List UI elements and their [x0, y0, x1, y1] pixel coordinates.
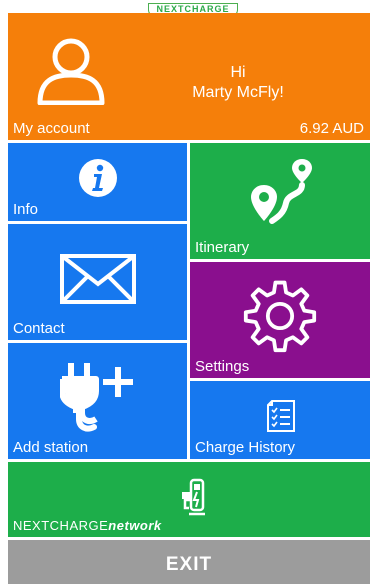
network-name-prefix: NEXTCHARGE: [13, 518, 109, 533]
charge-history-label: Charge History: [195, 439, 296, 456]
add-station-label: Add station: [13, 439, 89, 456]
my-account-label: My account: [13, 120, 90, 137]
settings-label: Settings: [195, 358, 250, 375]
contact-tile[interactable]: Contact: [8, 224, 187, 340]
info-label: Info: [13, 201, 39, 218]
user-icon: [37, 38, 105, 105]
charge-history-tile[interactable]: Charge History: [190, 381, 370, 459]
exit-label: EXIT: [165, 554, 213, 575]
info-tile[interactable]: Info: [8, 143, 187, 221]
nextcharge-network-tile[interactable]: NEXTCHARGEnetwork: [8, 462, 370, 537]
info-icon: [79, 159, 117, 197]
mail-icon: [60, 254, 136, 304]
plug-add-icon: [60, 363, 133, 432]
greeting-hi: Hi: [230, 64, 246, 81]
network-name: NEXTCHARGEnetwork: [13, 518, 162, 533]
charging-station-icon: [182, 478, 205, 516]
add-station-tile[interactable]: Add station: [8, 343, 187, 459]
route-pin-icon: [251, 159, 312, 224]
settings-tile[interactable]: Settings: [190, 262, 370, 378]
gear-icon: [243, 280, 317, 353]
network-name-suffix: network: [108, 518, 162, 533]
checklist-icon: [267, 400, 295, 432]
exit-button[interactable]: EXIT: [8, 540, 370, 584]
account-balance: 6.92 AUD: [299, 120, 364, 137]
my-account-tile[interactable]: Hi Marty McFly! My account 6.92 AUD: [8, 13, 370, 140]
itinerary-label: Itinerary: [195, 239, 250, 256]
greeting-text: Hi Marty McFly!: [158, 63, 318, 103]
user-name: Marty McFly!: [192, 84, 284, 101]
itinerary-tile[interactable]: Itinerary: [190, 143, 370, 259]
contact-label: Contact: [13, 320, 65, 337]
